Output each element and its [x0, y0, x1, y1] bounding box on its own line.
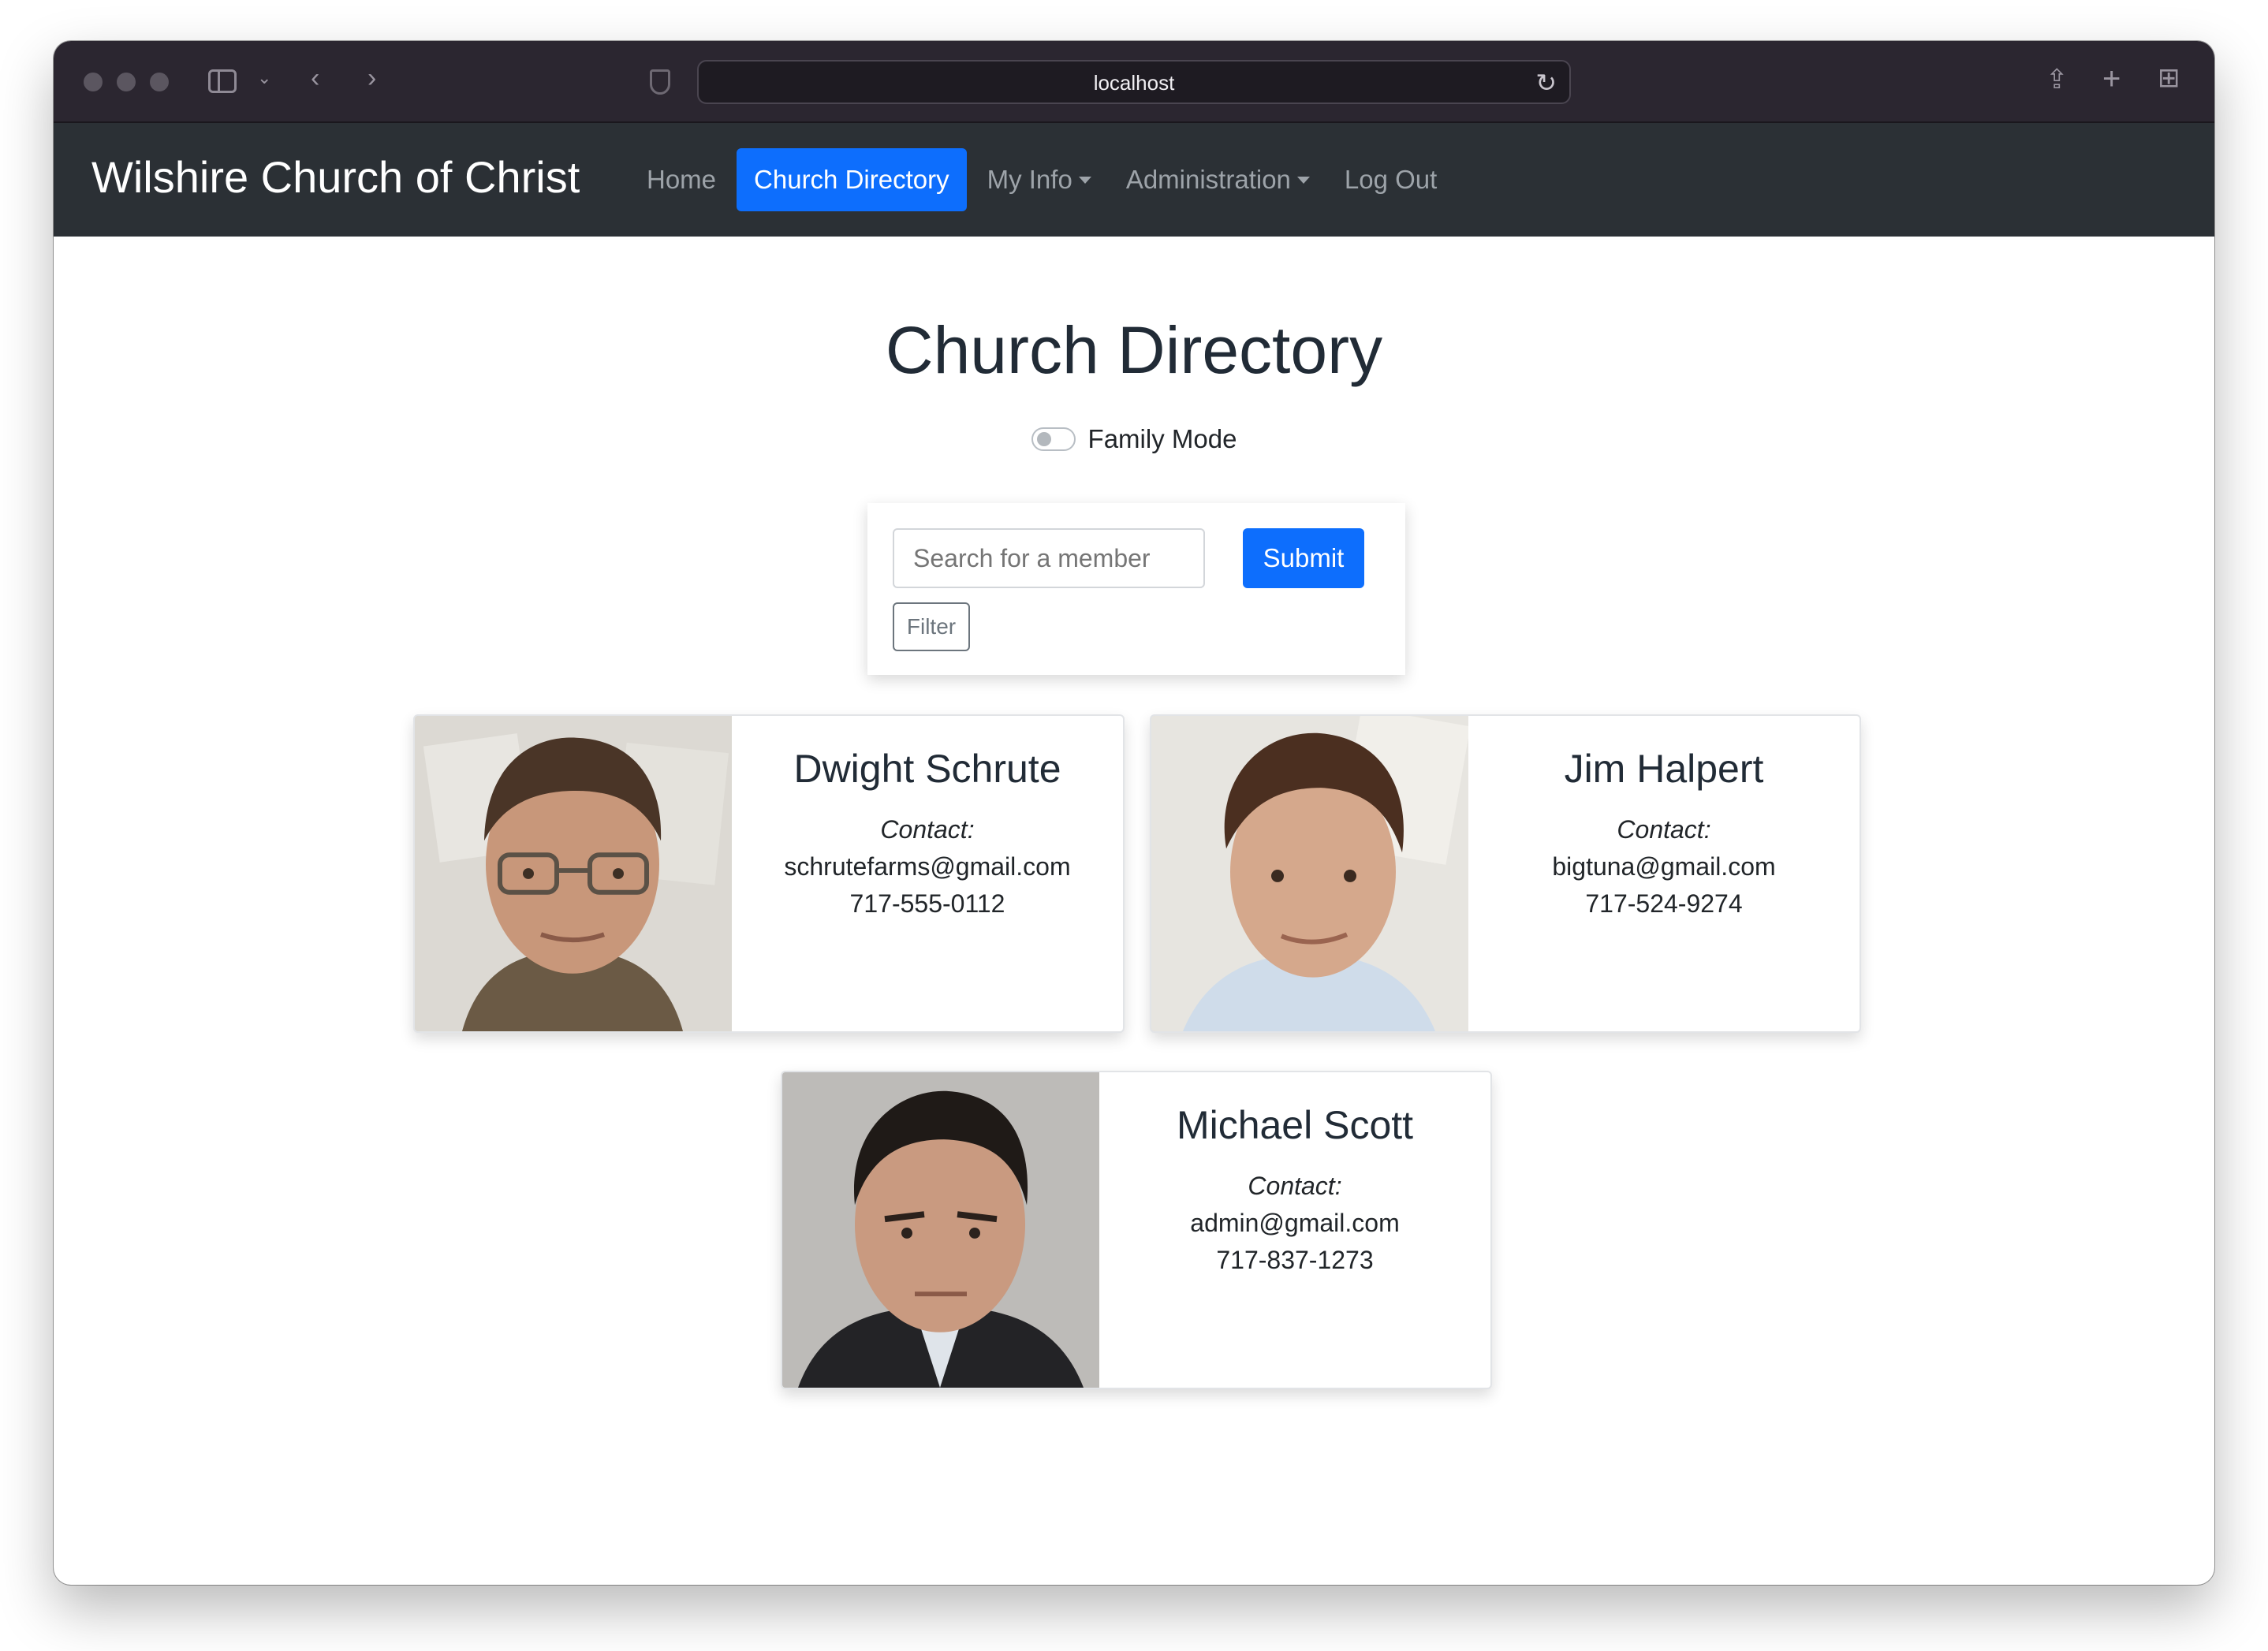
family-mode-toggle-row: Family Mode	[54, 424, 2214, 454]
family-mode-switch[interactable]	[1031, 427, 1076, 451]
nav-log-out-label: Log Out	[1344, 165, 1438, 194]
caret-down-icon	[1078, 176, 1091, 184]
nav-log-out[interactable]: Log Out	[1327, 148, 1454, 211]
browser-window: ⌄ ‹ › localhost ↻ ⇪ + ⊞ Wilshire Church …	[54, 41, 2214, 1585]
main-content: Church Directory Family Mode Submit Filt…	[54, 237, 2214, 1585]
member-name: Michael Scott	[1176, 1103, 1414, 1147]
site-brand[interactable]: Wilshire Church of Christ	[91, 151, 580, 203]
member-phone[interactable]: 717-837-1273	[1099, 1246, 1490, 1275]
new-tab-icon[interactable]: +	[2102, 63, 2121, 95]
member-photo	[415, 716, 732, 1031]
member-name: Dwight Schrute	[793, 747, 1061, 791]
nav-church-directory-label: Church Directory	[754, 165, 949, 194]
forward-arrow-icon[interactable]: ›	[367, 65, 376, 91]
member-card[interactable]: Jim Halpert Contact: bigtuna@gmail.com 7…	[1150, 714, 1861, 1033]
caret-down-icon	[1296, 176, 1310, 184]
contact-label: Contact:	[1617, 815, 1711, 844]
close-window-button[interactable]	[84, 73, 103, 91]
minimize-window-button[interactable]	[117, 73, 136, 91]
contact-label: Contact:	[1248, 1172, 1342, 1200]
nav-church-directory[interactable]: Church Directory	[737, 148, 967, 211]
member-email[interactable]: admin@gmail.com	[1099, 1209, 1490, 1238]
submit-button[interactable]: Submit	[1243, 528, 1364, 588]
filter-button[interactable]: Filter	[893, 602, 970, 651]
nav-home-label: Home	[647, 165, 717, 194]
member-email[interactable]: bigtuna@gmail.com	[1468, 852, 1860, 881]
member-name: Jim Halpert	[1564, 747, 1764, 791]
member-phone[interactable]: 717-524-9274	[1468, 889, 1860, 919]
browser-toolbar: ⌄ ‹ › localhost ↻ ⇪ + ⊞	[54, 41, 2214, 123]
member-info: Jim Halpert Contact: bigtuna@gmail.com 7…	[1468, 716, 1860, 1031]
family-mode-label[interactable]: Family Mode	[1088, 424, 1237, 454]
member-phone[interactable]: 717-555-0112	[732, 889, 1123, 919]
window-controls[interactable]	[84, 73, 169, 91]
search-panel: Submit Filter	[867, 503, 1405, 675]
privacy-shield-icon[interactable]	[650, 69, 670, 95]
address-bar[interactable]: localhost ↻	[697, 60, 1571, 104]
member-info: Dwight Schrute Contact: schrutefarms@gma…	[732, 716, 1123, 1031]
back-arrow-icon[interactable]: ‹	[311, 65, 319, 91]
member-photo	[782, 1072, 1099, 1388]
member-card[interactable]: Dwight Schrute Contact: schrutefarms@gma…	[413, 714, 1125, 1033]
share-icon[interactable]: ⇪	[2046, 66, 2068, 93]
reload-icon[interactable]: ↻	[1535, 68, 1557, 98]
nav-my-info-dropdown[interactable]: My Info	[970, 148, 1109, 211]
member-card[interactable]: Michael Scott Contact: admin@gmail.com 7…	[781, 1071, 1492, 1389]
member-search-input[interactable]	[893, 528, 1205, 588]
sidebar-toggle-icon[interactable]	[208, 69, 237, 93]
site-navbar: Wilshire Church of Christ Home Church Di…	[54, 123, 2214, 237]
member-photo	[1151, 716, 1468, 1031]
member-email[interactable]: schrutefarms@gmail.com	[732, 852, 1123, 881]
nav-administration-dropdown[interactable]: Administration	[1109, 148, 1327, 211]
tab-overview-icon[interactable]: ⊞	[2158, 65, 2180, 91]
nav-administration-label: Administration	[1125, 165, 1291, 194]
member-info: Michael Scott Contact: admin@gmail.com 7…	[1099, 1072, 1490, 1388]
nav-links: Home Church Directory My Info Administra…	[629, 148, 1454, 211]
chevron-down-icon[interactable]: ⌄	[257, 69, 271, 87]
zoom-window-button[interactable]	[150, 73, 169, 91]
contact-label: Contact:	[880, 815, 975, 844]
nav-home[interactable]: Home	[629, 148, 733, 211]
url-text: localhost	[1093, 71, 1175, 95]
desktop-background: ⌄ ‹ › localhost ↻ ⇪ + ⊞ Wilshire Church …	[0, 0, 2268, 1651]
page-title: Church Directory	[885, 313, 1383, 387]
nav-my-info-label: My Info	[987, 165, 1072, 194]
